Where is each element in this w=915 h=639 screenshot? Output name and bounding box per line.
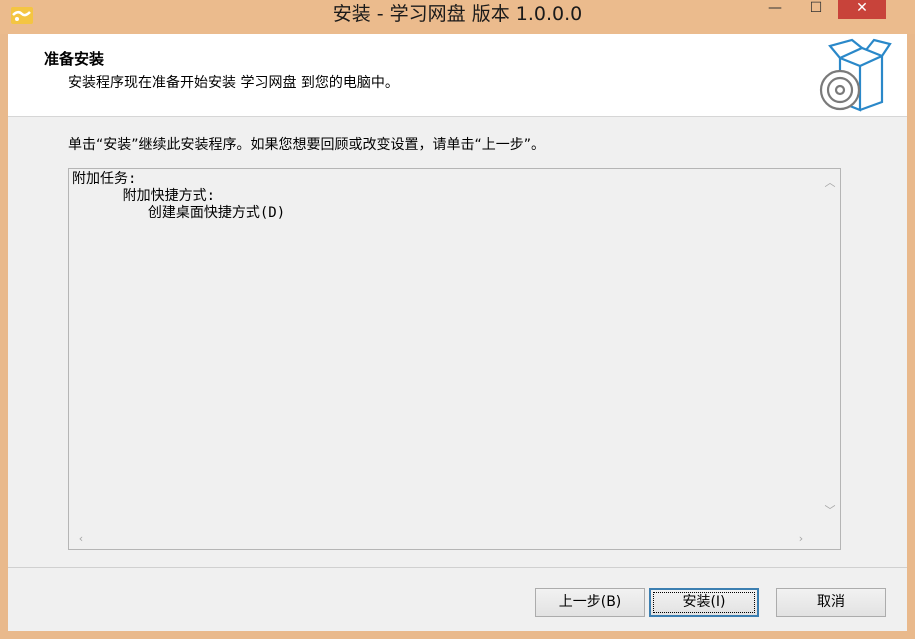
memo-line: 附加快捷方式:	[72, 188, 216, 204]
memo-text: 附加任务: 附加快捷方式: 创建桌面快捷方式(D)	[72, 171, 285, 222]
title-bar[interactable]: 安装 - 学习网盘 版本 1.0.0.0 — ☐ ✕	[0, 0, 915, 34]
memo-line: 附加任务:	[72, 171, 137, 187]
wizard-header: 准备安装 安装程序现在准备开始安装 学习网盘 到您的电脑中。	[8, 34, 907, 117]
scroll-corner	[820, 529, 840, 549]
scroll-left-icon[interactable]: ‹	[73, 531, 89, 547]
cancel-button[interactable]: 取消	[776, 588, 886, 617]
install-button[interactable]: 安装(I)	[649, 588, 759, 617]
minimize-button[interactable]: —	[760, 0, 790, 20]
back-button[interactable]: 上一步(B)	[535, 588, 645, 617]
install-box-disc-icon	[819, 38, 892, 112]
memo-line: 创建桌面快捷方式(D)	[72, 205, 286, 221]
scroll-up-icon[interactable]: ︿	[822, 175, 838, 191]
page-subheading: 安装程序现在准备开始安装 学习网盘 到您的电脑中。	[68, 75, 399, 91]
page-heading: 准备安装	[44, 50, 105, 68]
maximize-icon: ☐	[809, 0, 823, 16]
minimize-icon: —	[768, 0, 782, 16]
focus-rect	[653, 592, 755, 613]
scroll-right-icon[interactable]: ›	[793, 531, 809, 547]
close-icon: ✕	[856, 0, 868, 16]
wizard-page: 准备安装 安装程序现在准备开始安装 学习网盘 到您的电脑中。 单击“安装”继续此…	[8, 34, 907, 631]
close-button[interactable]: ✕	[838, 0, 886, 19]
maximize-button[interactable]: ☐	[802, 0, 830, 20]
ready-memo[interactable]: 附加任务: 附加快捷方式: 创建桌面快捷方式(D) ︿ ﹀ ‹ ›	[68, 168, 841, 550]
scroll-down-icon[interactable]: ﹀	[822, 503, 838, 519]
instruction-text: 单击“安装”继续此安装程序。如果您想要回顾或改变设置，请单击“上一步”。	[68, 137, 546, 153]
installer-window: 安装 - 学习网盘 版本 1.0.0.0 — ☐ ✕ 准备安装 安装程序现在准备…	[0, 0, 915, 639]
footer-divider	[8, 567, 907, 568]
horizontal-scrollbar[interactable]: ‹ ›	[69, 529, 820, 549]
vertical-scrollbar[interactable]: ︿ ﹀	[820, 169, 840, 529]
